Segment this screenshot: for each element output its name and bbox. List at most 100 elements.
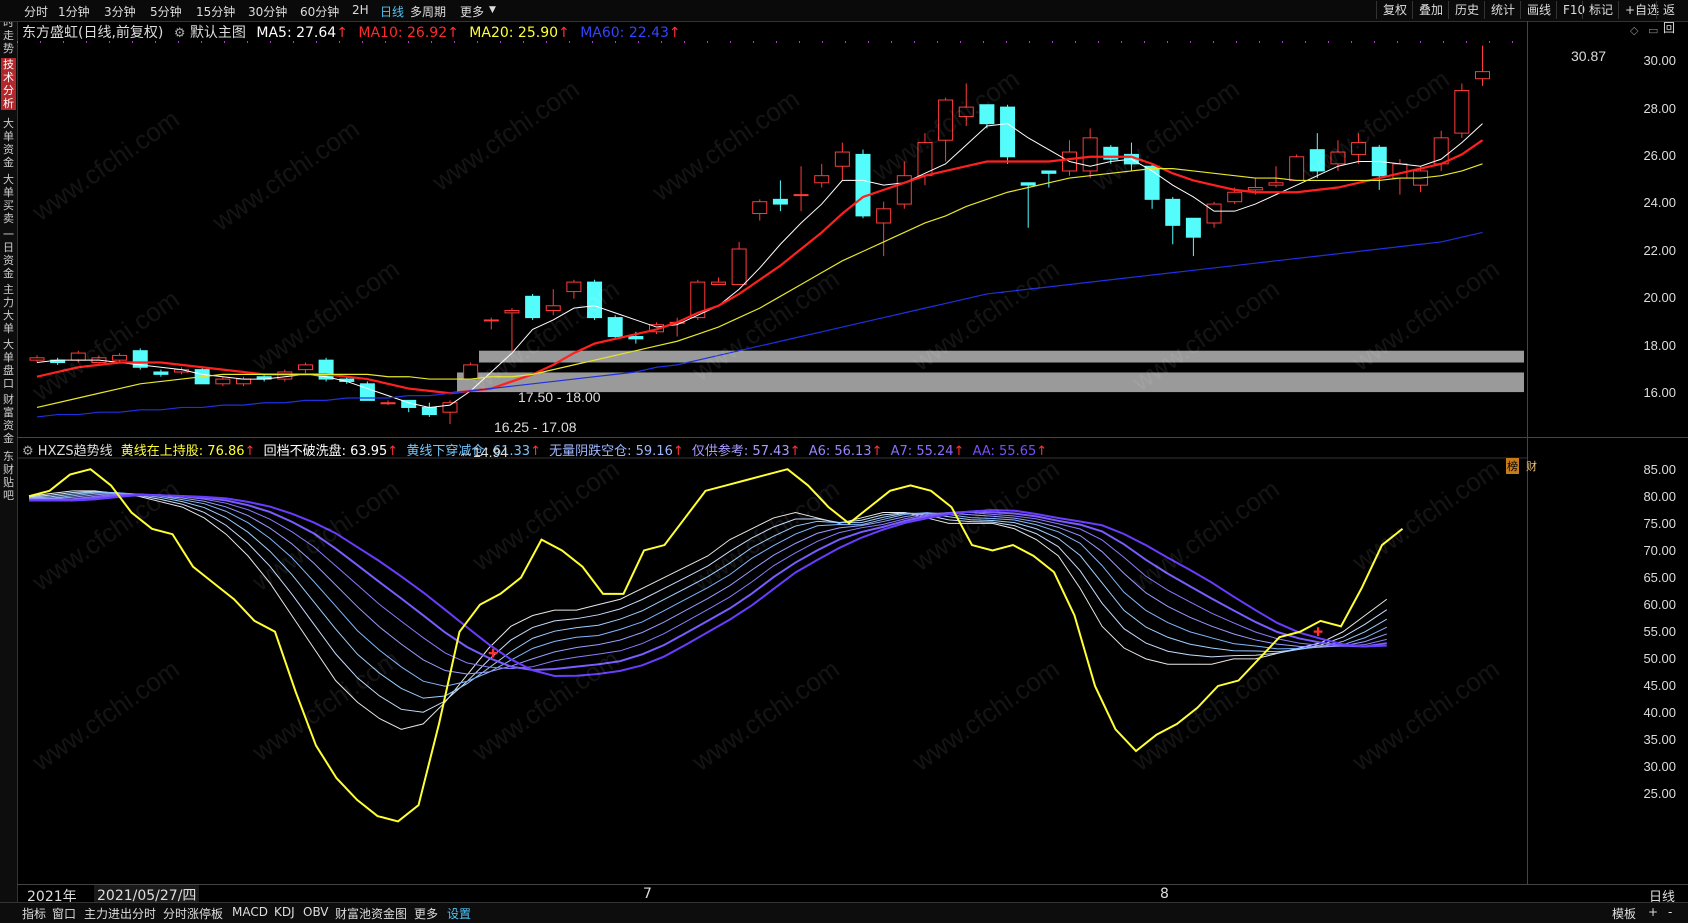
candle-body [215, 378, 231, 385]
candle-body [876, 208, 892, 224]
candle-body [29, 357, 45, 361]
candle-body [1351, 142, 1367, 155]
ind-tick: 70.00 [1643, 543, 1676, 558]
zoom-out-button[interactable]: - [1668, 905, 1672, 919]
candle-body [236, 378, 251, 385]
tab-macd[interactable]: MACD [232, 905, 268, 919]
buy-marker: ✚ [488, 646, 498, 660]
tab-more[interactable]: 更多 [414, 905, 438, 922]
side-tab-dadan-maimai[interactable]: 大单买卖 [1, 173, 16, 225]
candle-body [1185, 217, 1201, 238]
zone-lower [457, 372, 1524, 393]
price-tick: 16.00 [1643, 385, 1676, 400]
date-bar: 2021年 2021/05/27/四 7 8 日线 [17, 884, 1688, 905]
mark-button[interactable]: 标记 [1582, 1, 1619, 19]
candle-body [958, 106, 974, 118]
ma5-line [36, 123, 1483, 408]
diamond-icon[interactable]: ◇ [1630, 24, 1638, 37]
stats-button[interactable]: 统计 [1484, 1, 1521, 19]
chevron-down-icon[interactable]: ▼ [489, 5, 496, 15]
side-tab-jishu[interactable]: 技术分析 [1, 58, 16, 110]
period-15min[interactable]: 15分钟 [196, 3, 235, 20]
candle-body [587, 281, 603, 319]
candle-body [1041, 170, 1057, 174]
candle-body [1454, 90, 1470, 134]
tab-wealth-pool[interactable]: 财富池资金图 [335, 905, 407, 922]
candle-body [566, 281, 582, 293]
period-toolbar: 分时 1分钟 3分钟 5分钟 15分钟 30分钟 60分钟 2H 日线 多周期 … [0, 0, 1688, 35]
period-5min[interactable]: 5分钟 [150, 3, 182, 20]
ma5-value: MA5: 27.64 [256, 25, 337, 41]
candle-body [1289, 156, 1305, 181]
ind-tick: 55.00 [1643, 624, 1676, 639]
candle-body [277, 371, 293, 380]
tab-kdj[interactable]: KDJ [274, 905, 295, 919]
template-button[interactable]: 模板 [1612, 905, 1636, 922]
period-more[interactable]: 更多 [460, 3, 484, 20]
ind-tick: 25.00 [1643, 786, 1676, 801]
candle-body [772, 198, 788, 205]
tab-obv[interactable]: OBV [303, 905, 329, 919]
rank-badge[interactable]: 榜 [1506, 458, 1519, 474]
side-tab-dadan-zijin[interactable]: 大单资金 [1, 117, 16, 169]
price-tick: 18.00 [1643, 338, 1676, 353]
candle-body [1392, 163, 1408, 179]
tab-indicator[interactable]: 指标 [22, 905, 46, 922]
template-label[interactable]: 默认主图 [190, 25, 246, 41]
draw-line-button[interactable]: 画线 [1520, 1, 1557, 19]
period-1min[interactable]: 1分钟 [58, 3, 90, 20]
tab-limit-up[interactable]: 分时涨停板 [163, 905, 223, 922]
gear-icon[interactable]: ⚙ [174, 26, 186, 41]
candle-body [380, 402, 396, 405]
tab-main-flow[interactable]: 主力进出分时 [84, 905, 156, 922]
price-tick: 20.00 [1643, 290, 1676, 305]
up-arrow-icon: ↑ [447, 25, 459, 41]
overlay-button[interactable]: 叠加 [1412, 1, 1449, 19]
ma20-value: MA20: 25.90 [469, 25, 559, 41]
month-label-8: 8 [1160, 886, 1169, 902]
period-2h[interactable]: 2H [352, 3, 369, 17]
tab-window[interactable]: 窗口 [52, 905, 76, 922]
candle-body [1000, 106, 1016, 158]
period-30min[interactable]: 30分钟 [248, 3, 287, 20]
candle-body [1227, 191, 1243, 203]
candle-body [442, 402, 458, 413]
period-multi[interactable]: 多周期 [410, 3, 446, 20]
side-tab-yiri-zijin[interactable]: 一日资金 [1, 228, 16, 280]
stock-title[interactable]: 东方盛虹(日线,前复权) [22, 25, 163, 41]
history-button[interactable]: 历史 [1448, 1, 1485, 19]
trend-fan-line [29, 492, 1387, 675]
candle-body [1206, 203, 1222, 224]
zoom-in-button[interactable]: + [1648, 905, 1658, 919]
candle-body [710, 281, 726, 285]
tab-settings[interactable]: 设置 [447, 905, 471, 922]
fuquan-button[interactable]: 复权 [1376, 1, 1413, 19]
side-tab-tieba[interactable]: 东财贴吧 [1, 450, 16, 502]
candle-body [1268, 182, 1284, 186]
month-label-7: 7 [643, 886, 652, 902]
expand-icon[interactable]: ▭ [1648, 24, 1658, 37]
indicator-chart[interactable]: ✚✚ [17, 456, 1527, 884]
side-tab-zhuli-dadan[interactable]: 主力大单 [1, 283, 16, 335]
period-daily[interactable]: 日线 [380, 3, 404, 20]
ind-tick: 85.00 [1643, 462, 1676, 477]
candle-body [1165, 198, 1181, 226]
candlestick-chart[interactable] [17, 40, 1527, 438]
candle-body [525, 295, 541, 319]
price-tick: 24.00 [1643, 195, 1676, 210]
ind-tick: 75.00 [1643, 516, 1676, 531]
trend-fan-line [28, 490, 1388, 730]
side-tab-caifu-zijin[interactable]: 财富资金 [1, 393, 16, 445]
ind-tick: 30.00 [1643, 759, 1676, 774]
period-3min[interactable]: 3分钟 [104, 3, 136, 20]
period-60min[interactable]: 60分钟 [300, 3, 339, 20]
side-tab-dadan-pankou[interactable]: 大单盘口 [1, 338, 16, 390]
pane-divider[interactable] [17, 437, 1688, 438]
back-button[interactable]: 返回 [1656, 1, 1688, 35]
ind-tick: 80.00 [1643, 489, 1676, 504]
candle-body [1330, 151, 1346, 165]
finance-badge[interactable]: 财 [1526, 458, 1537, 474]
low-price-label: ←14.94 [459, 444, 509, 460]
period-fenshi[interactable]: 分时 [24, 3, 48, 20]
candle-body [421, 406, 437, 416]
